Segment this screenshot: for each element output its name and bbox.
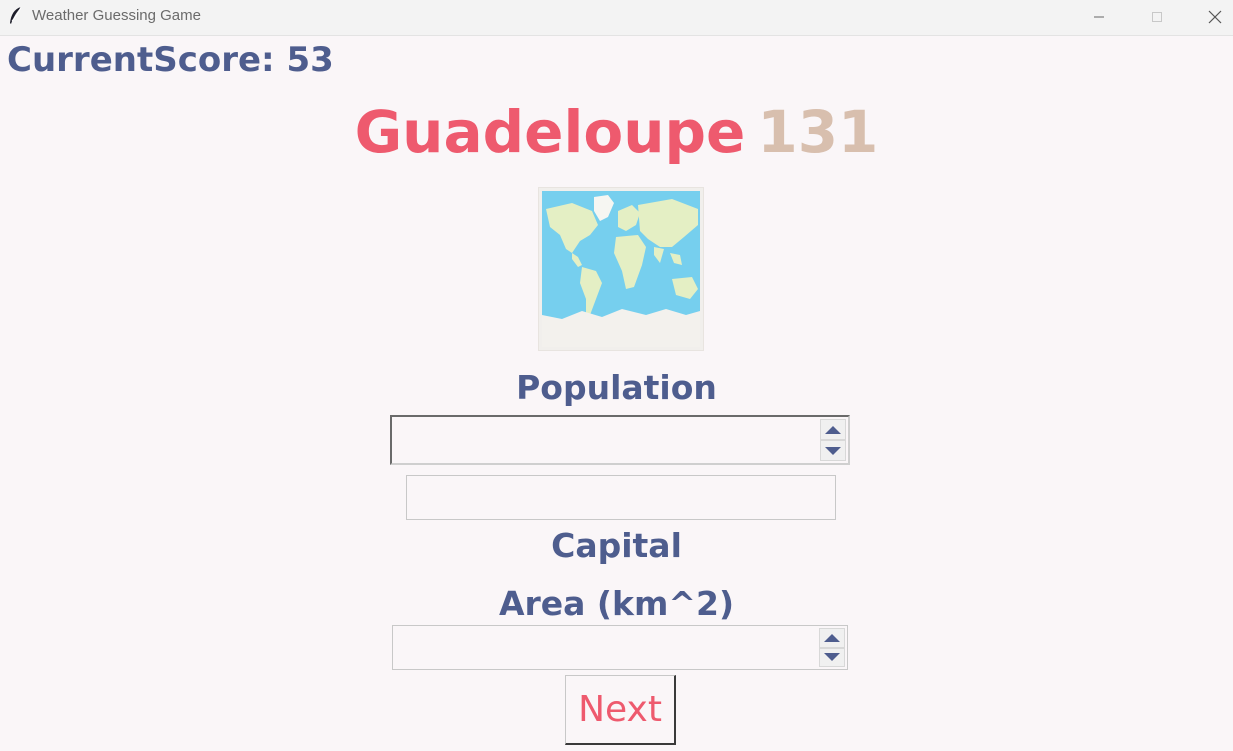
- area-label: Area (km^2): [498, 584, 735, 623]
- title-bar: Weather Guessing Game: [0, 0, 1233, 36]
- population-decrement-button[interactable]: [820, 440, 846, 461]
- current-score: CurrentScore: 53: [7, 40, 334, 80]
- minimize-button[interactable]: [1076, 0, 1122, 34]
- world-map-icon: [542, 191, 700, 347]
- area-increment-button[interactable]: [819, 628, 845, 648]
- window-title: Weather Guessing Game: [32, 7, 201, 24]
- arrow-down-icon: [824, 653, 840, 662]
- country-name: Guadeloupe: [354, 98, 746, 166]
- area-input[interactable]: [393, 626, 819, 669]
- country-number: 131: [757, 98, 879, 166]
- arrow-up-icon: [824, 633, 840, 642]
- country-heading: Guadeloupe 131: [0, 98, 1233, 166]
- world-map-image: [538, 187, 704, 351]
- feather-icon: [8, 6, 24, 26]
- arrow-down-icon: [825, 446, 841, 455]
- area-decrement-button[interactable]: [819, 647, 845, 667]
- population-spin-arrows[interactable]: [820, 419, 846, 461]
- population-spinbox[interactable]: [390, 415, 850, 465]
- area-spinbox[interactable]: [392, 625, 848, 670]
- next-button[interactable]: Next: [565, 675, 676, 745]
- maximize-button[interactable]: [1134, 0, 1180, 34]
- close-button[interactable]: [1192, 0, 1233, 34]
- capital-label: Capital: [551, 526, 682, 565]
- area-spin-arrows[interactable]: [819, 628, 845, 667]
- population-input[interactable]: [392, 417, 820, 463]
- population-increment-button[interactable]: [820, 419, 846, 440]
- arrow-up-icon: [825, 425, 841, 434]
- population-label: Population: [516, 368, 717, 407]
- capital-input[interactable]: [406, 475, 836, 520]
